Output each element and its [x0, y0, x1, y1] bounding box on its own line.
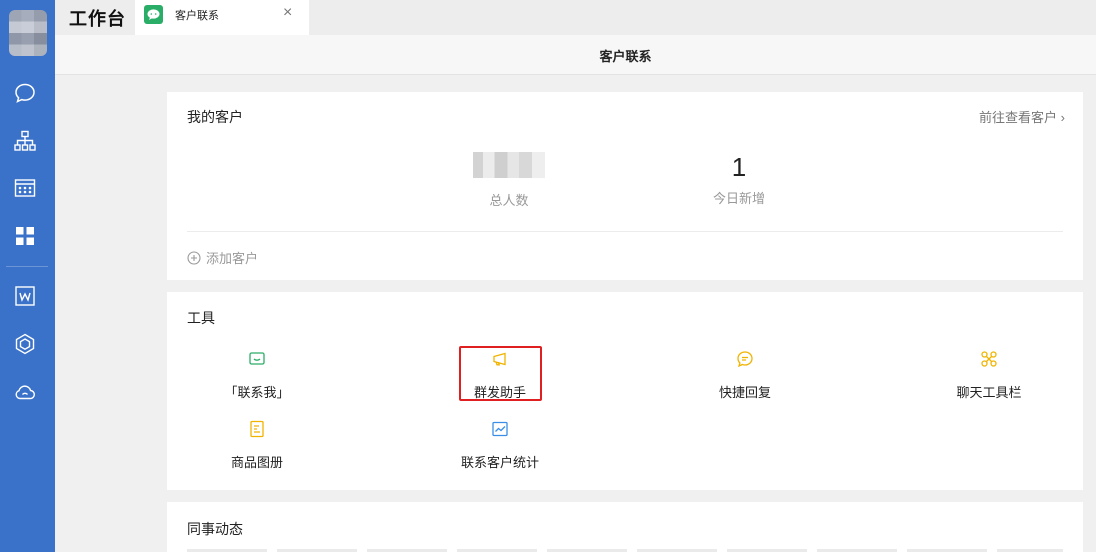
divider — [187, 231, 1063, 232]
colleague-updates-card: 同事动态 — [167, 502, 1083, 552]
tool-label: 商品图册 — [230, 455, 283, 470]
statistics-icon — [492, 421, 508, 437]
tab-bar: 工作台 客户联系 × — [55, 0, 1096, 35]
left-sidebar — [0, 0, 55, 552]
tool-quick-reply[interactable]: 快捷回复 — [665, 350, 825, 401]
sidebar-divider — [6, 266, 48, 267]
add-customer-button[interactable]: 添加客户 — [187, 248, 258, 267]
total-count-stat: 总人数 — [449, 152, 569, 209]
tab-customer-contact[interactable]: 客户联系 × — [135, 0, 309, 35]
tool-label: 联系客户统计 — [460, 455, 539, 470]
document-w-icon[interactable] — [13, 284, 37, 308]
tool-contact-me[interactable]: 「联系我」 — [177, 350, 337, 401]
my-customers-card: 我的客户 前往查看客户 › 总人数 1 今日新增 添加客户 — [167, 92, 1083, 280]
cloud-icon[interactable] — [13, 380, 37, 404]
total-count-value-blurred — [473, 152, 545, 178]
page-title: 客户联系 — [599, 49, 652, 64]
product-album-icon — [250, 420, 264, 438]
add-customer-label: 添加客户 — [206, 251, 259, 266]
wechat-icon — [144, 5, 163, 24]
tool-chat-toolbar[interactable]: 聊天工具栏 — [909, 350, 1069, 401]
plus-circle-icon — [187, 250, 201, 265]
workbench-grid-icon[interactable] — [13, 224, 37, 248]
new-today-value: 1 — [731, 152, 747, 182]
tools-card: 工具 「联系我」 群发助手 快捷回复 聊天工具栏 商品图册 联系客户统计 — [167, 292, 1083, 490]
close-icon[interactable]: × — [283, 4, 292, 22]
quick-reply-icon — [737, 351, 753, 368]
calendar-icon[interactable] — [13, 176, 37, 200]
view-customers-link[interactable]: 前往查看客户 › — [979, 107, 1065, 126]
org-chart-icon[interactable] — [13, 129, 37, 153]
contact-me-icon — [249, 352, 265, 365]
tool-contact-statistics[interactable]: 联系客户统计 — [420, 420, 580, 471]
chat-icon[interactable] — [13, 81, 37, 105]
tab-label: 客户联系 — [175, 10, 219, 22]
page-header: 客户联系 — [55, 35, 1096, 75]
tool-product-album[interactable]: 商品图册 — [177, 420, 337, 471]
tool-label: 聊天工具栏 — [956, 385, 1022, 400]
new-today-stat: 1 今日新增 — [679, 152, 799, 207]
tool-label: 快捷回复 — [718, 385, 771, 400]
colleague-updates-title: 同事动态 — [187, 521, 243, 537]
new-today-label: 今日新增 — [712, 191, 765, 206]
cube-icon[interactable] — [13, 332, 37, 356]
my-customers-title: 我的客户 — [187, 109, 243, 125]
app-title: 工作台 — [69, 9, 126, 29]
chat-toolbar-icon — [981, 351, 997, 367]
highlight-box — [459, 346, 542, 401]
tool-label: 「联系我」 — [224, 385, 290, 400]
total-count-label: 总人数 — [489, 193, 529, 208]
avatar[interactable] — [9, 10, 47, 56]
tools-title: 工具 — [187, 310, 215, 326]
